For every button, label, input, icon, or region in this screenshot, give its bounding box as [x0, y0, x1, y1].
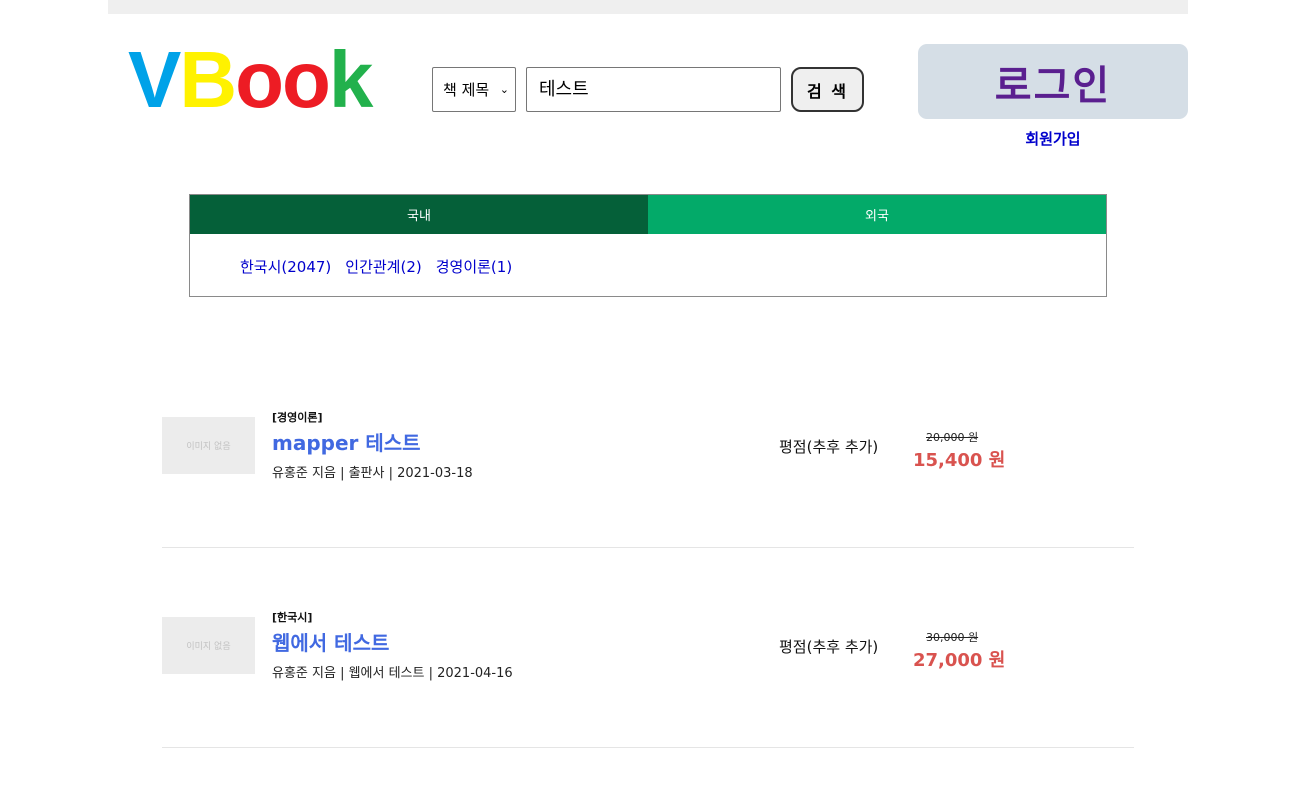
book-category: [경영이론] [272, 411, 323, 424]
logo-letter-o2: o [282, 35, 331, 124]
book-original-price: 20,000 원 [926, 431, 979, 444]
book-original-price: 30,000 원 [926, 631, 979, 644]
search-type-value: 책 제목 [443, 81, 490, 99]
vbook-logo[interactable]: VBook [128, 35, 373, 124]
tab-domestic[interactable]: 국내 [190, 195, 648, 234]
logo-letter-k: k [328, 35, 373, 124]
book-category: [한국시] [272, 611, 313, 624]
category-tabs: 국내 외국 [190, 195, 1106, 234]
book-meta: 유홍준 지음 | 출판사 | 2021-03-18 [272, 466, 473, 481]
book-thumbnail[interactable]: 이미지 없음 [162, 417, 255, 474]
book-list-item: 이미지 없음 [한국시] 웹에서 테스트 유홍준 지음 | 웹에서 테스트 | … [162, 548, 1134, 748]
book-title-link[interactable]: 웹에서 테스트 [272, 627, 389, 656]
category-link-korean-poetry[interactable]: 한국시(2047) [240, 258, 331, 276]
signup-link[interactable]: 회원가입 [918, 128, 1188, 149]
book-rating: 평점(추후 추가) [779, 638, 879, 656]
category-link-management[interactable]: 경영이론(1) [436, 258, 512, 276]
login-button[interactable]: 로그인 [918, 44, 1188, 119]
search-type-select[interactable]: 책 제목 ⌄ [432, 67, 516, 112]
book-list-item: 이미지 없음 [경영이론] mapper 테스트 유홍준 지음 | 출판사 | … [162, 348, 1134, 548]
category-link-relationships[interactable]: 인간관계(2) [345, 258, 421, 276]
book-rating: 평점(추후 추가) [779, 438, 879, 456]
chevron-down-icon: ⌄ [499, 83, 509, 96]
logo-letter-o1: o [235, 35, 284, 124]
tab-foreign[interactable]: 외국 [648, 195, 1106, 234]
book-sale-price: 15,400 원 [913, 450, 1006, 471]
search-input[interactable]: 테스트 [526, 67, 781, 112]
book-meta: 유홍준 지음 | 웹에서 테스트 | 2021-04-16 [272, 666, 513, 681]
book-sale-price: 27,000 원 [913, 650, 1006, 671]
top-bar [108, 0, 1188, 14]
logo-letter-b: B [179, 35, 237, 124]
book-thumbnail[interactable]: 이미지 없음 [162, 617, 255, 674]
search-button[interactable]: 검 색 [791, 67, 864, 112]
logo-letter-v: V [128, 35, 181, 124]
category-links: 한국시(2047) 인간관계(2) 경영이론(1) [240, 256, 526, 277]
book-title-link[interactable]: mapper 테스트 [272, 427, 421, 456]
category-panel: 국내 외국 한국시(2047) 인간관계(2) 경영이론(1) [189, 194, 1107, 297]
